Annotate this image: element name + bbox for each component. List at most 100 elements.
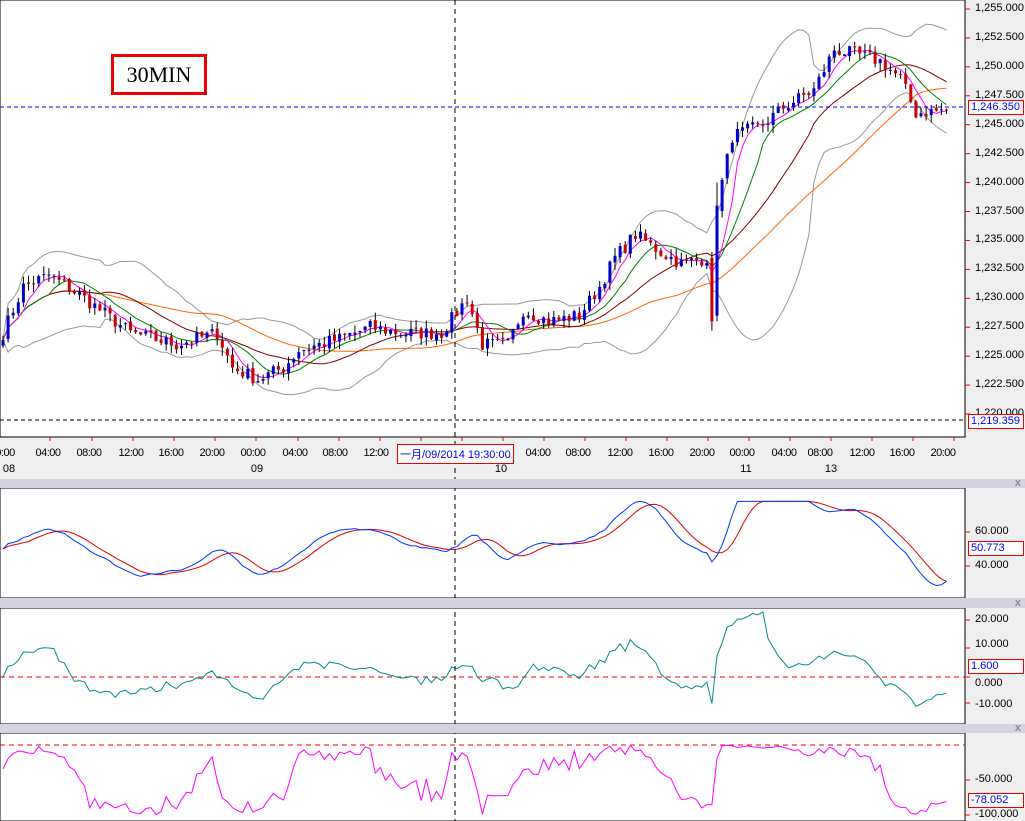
- candle-body: [618, 246, 622, 258]
- candle-body: [200, 332, 204, 337]
- price-tick: 1,237.500: [975, 204, 1024, 217]
- panel-frame: [0, 732, 966, 821]
- candle-body: [664, 256, 668, 259]
- time-tick: 04:00: [282, 447, 308, 459]
- price-tick: 1,227.500: [975, 320, 1024, 333]
- candle-body: [496, 338, 500, 340]
- candle-body: [542, 317, 546, 324]
- candle-body: [384, 327, 387, 334]
- candle-body: [593, 295, 597, 300]
- candle-body: [470, 303, 474, 315]
- panel3-value: -78.052: [968, 793, 1024, 808]
- panel3-tick: -50.000: [975, 773, 1013, 785]
- candle-body: [343, 333, 347, 335]
- time-tick: 16:00: [889, 447, 915, 459]
- candle-body: [246, 368, 250, 379]
- candle-body: [690, 258, 693, 260]
- candle-body: [751, 122, 755, 125]
- candle-body: [475, 313, 479, 328]
- candle-body: [134, 330, 138, 333]
- close-panel2-icon[interactable]: x: [1015, 597, 1021, 609]
- candle-body: [389, 329, 393, 334]
- price-tick: 1,250.000: [975, 59, 1024, 72]
- time-tick: 12:00: [363, 447, 389, 459]
- candle-body: [899, 74, 903, 76]
- panel-frame: [0, 607, 966, 725]
- candle-body: [394, 329, 398, 335]
- timeframe-label: 30MIN: [111, 54, 207, 95]
- candle-body: [552, 317, 556, 325]
- candle-body: [756, 122, 760, 124]
- candle-body: [868, 50, 872, 53]
- time-tick: 08:00: [565, 447, 591, 459]
- current-price-label: 1,246.350: [968, 100, 1024, 115]
- candle-body: [669, 256, 673, 260]
- time-tick: 12:00: [607, 447, 633, 459]
- candle-body: [531, 315, 535, 321]
- candle-body: [832, 50, 836, 58]
- candle-body: [57, 276, 61, 280]
- candle-body: [378, 326, 382, 330]
- candle-body: [231, 354, 234, 368]
- time-tick: 04:00: [35, 447, 61, 459]
- candle-body: [858, 46, 862, 54]
- candle-body: [761, 124, 765, 126]
- candle-body: [414, 327, 418, 329]
- panel2-value: 1.600: [968, 659, 1024, 674]
- candle-body: [312, 345, 316, 349]
- panel3-tick: -100.000: [975, 808, 1019, 820]
- candle-body: [363, 326, 367, 331]
- candle-body: [261, 379, 265, 381]
- candle-body: [649, 240, 653, 243]
- candle-body: [190, 342, 194, 344]
- candle-body: [169, 336, 173, 346]
- candle-body: [159, 339, 163, 343]
- candle-body: [848, 46, 852, 57]
- candle-body: [103, 307, 107, 311]
- panel2-tick: -10.000: [975, 698, 1013, 710]
- candle-body: [338, 333, 342, 342]
- candle-body: [154, 330, 158, 342]
- close-panel1-icon[interactable]: x: [1015, 477, 1021, 489]
- candle-body: [639, 231, 642, 239]
- close-panel3-icon[interactable]: x: [1015, 722, 1021, 734]
- candle-body: [572, 311, 576, 321]
- candle-body: [873, 51, 877, 64]
- candle-body: [914, 101, 918, 118]
- candle-body: [271, 366, 275, 374]
- panel-separator[interactable]: x: [0, 477, 1025, 489]
- candle-body: [220, 339, 224, 348]
- candle-body: [440, 333, 444, 338]
- candle-body: [888, 69, 892, 71]
- candle-body: [633, 235, 637, 239]
- time-tick: 00:00: [729, 447, 755, 459]
- candle-body: [256, 381, 260, 383]
- candle-body: [139, 332, 143, 335]
- time-tick: 08:00: [76, 447, 102, 459]
- candle-body: [603, 283, 607, 289]
- candle-body: [113, 314, 117, 327]
- candle-body: [710, 257, 714, 322]
- panel-separator[interactable]: x: [0, 722, 1025, 734]
- candle-body: [904, 74, 908, 84]
- candle-body: [659, 250, 663, 256]
- candle-body: [557, 317, 561, 320]
- candle-body: [929, 109, 933, 116]
- price-tick: 1,245.000: [975, 117, 1024, 130]
- time-tick: 20:00: [930, 447, 956, 459]
- candle-body: [368, 321, 372, 327]
- candle-body: [123, 323, 127, 325]
- candle-body: [62, 279, 66, 281]
- candle-body: [766, 123, 770, 125]
- price-chart[interactable]: [0, 0, 1025, 821]
- panel-separator[interactable]: x: [0, 597, 1025, 609]
- date-tick: 11: [740, 463, 752, 475]
- candle-body: [149, 330, 153, 333]
- candle-body: [623, 244, 627, 253]
- candle-body: [276, 366, 280, 370]
- time-tick: 04:00: [525, 447, 551, 459]
- candle-body: [567, 315, 571, 322]
- candle-body: [37, 276, 41, 284]
- price-tick: 1,232.500: [975, 262, 1024, 275]
- candle-body: [725, 153, 729, 179]
